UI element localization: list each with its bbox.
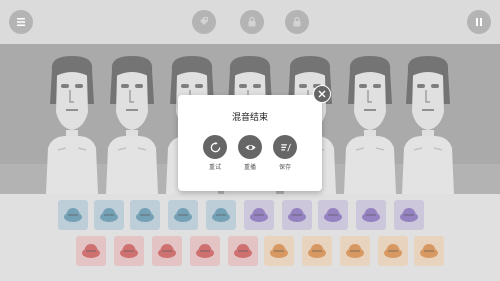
save-circle <box>273 135 297 159</box>
replay-circle <box>238 135 262 159</box>
save-icon <box>280 143 291 151</box>
replay-button[interactable]: 重播 <box>236 135 264 171</box>
save-button[interactable]: 保存 <box>271 135 299 171</box>
retry-circle <box>203 135 227 159</box>
retry-button[interactable]: 重试 <box>201 135 229 171</box>
restart-icon <box>210 141 220 152</box>
close-dialog-button[interactable] <box>313 85 331 103</box>
eye-icon <box>244 144 256 150</box>
close-icon <box>318 90 326 98</box>
retry-label: 重试 <box>208 164 221 171</box>
replay-label: 重播 <box>243 164 256 171</box>
save-label: 保存 <box>278 164 291 171</box>
dialog-title: 混音结束 <box>231 113 268 123</box>
mix-finished-dialog: 混音结束 重试 重播 保存 <box>178 95 322 191</box>
